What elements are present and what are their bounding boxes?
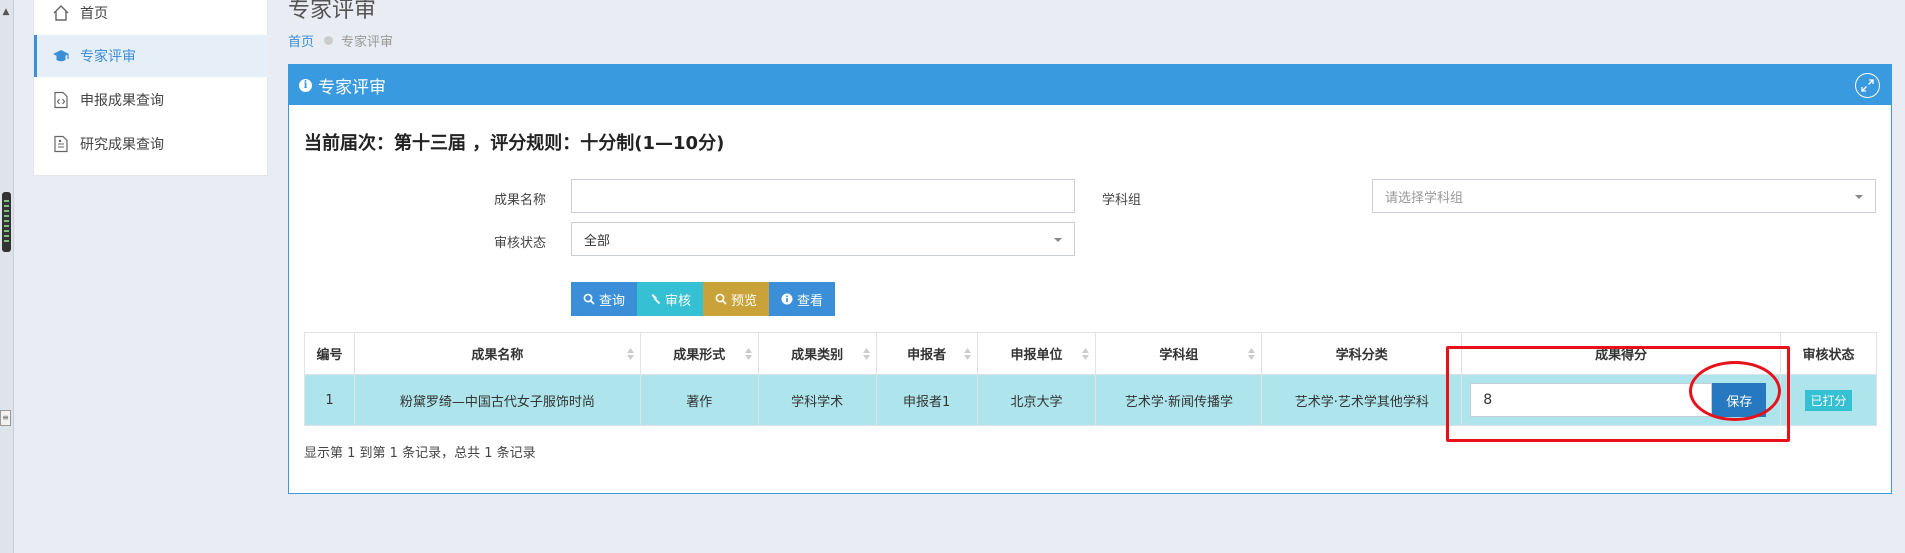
graduation-cap-icon <box>53 50 69 62</box>
sort-icon <box>1082 348 1090 360</box>
code-file-icon <box>54 91 68 109</box>
sidebar-item-home[interactable]: 首页 <box>34 0 269 34</box>
sidebar-item-label: 专家评审 <box>80 49 136 65</box>
gavel-icon <box>651 294 661 305</box>
status-label: 审核状态 <box>493 236 546 251</box>
document-icon <box>54 135 68 153</box>
cell-group: 艺术学·新闻传播学 <box>1095 374 1263 426</box>
expand-button[interactable] <box>1855 73 1880 98</box>
breadcrumb-current: 专家评审 <box>341 35 394 50</box>
sidebar: 首页 专家评审 申报成果查询 研究成果查询 <box>33 0 269 176</box>
cell-name: 粉黛罗绮—中国古代女子服饰时尚 <box>353 374 641 426</box>
sidebar-item-research-results[interactable]: 研究成果查询 <box>34 123 269 165</box>
home-icon <box>53 5 69 21</box>
name-label: 成果名称 <box>493 193 546 208</box>
query-button-label: 查询 <box>599 293 626 309</box>
annotation-highlight-circle <box>1689 361 1781 421</box>
column-header-classification: 学科分类 <box>1261 332 1463 375</box>
menu-lines-icon[interactable]: ≡ <box>0 410 11 426</box>
cell-id: 1 <box>304 374 355 426</box>
cell-classification: 艺术学·艺术学其他学科 <box>1261 374 1463 426</box>
table-summary: 显示第 1 到第 1 条记录，总共 1 条记录 <box>304 446 536 461</box>
view-button[interactable]: 查看 <box>769 282 836 316</box>
sort-icon <box>963 348 971 360</box>
column-header-name[interactable]: 成果名称 <box>353 332 641 375</box>
column-header-unit[interactable]: 申报单位 <box>976 332 1097 375</box>
group-select-placeholder: 请选择学科组 <box>1385 190 1464 206</box>
level-meter-icon <box>2 192 11 252</box>
cell-form: 著作 <box>639 374 759 426</box>
sort-icon <box>744 348 752 360</box>
panel-title: 专家评审 <box>318 77 386 98</box>
cell-applicant: 申报者1 <box>875 374 978 426</box>
sidebar-item-expert-review[interactable]: 专家评审 <box>34 35 269 77</box>
breadcrumb: 首页 专家评审 <box>288 31 393 50</box>
sort-icon <box>862 348 870 360</box>
chevron-down-icon <box>1054 238 1062 242</box>
view-button-label: 查看 <box>797 293 824 309</box>
page-title: 专家评审 <box>288 0 377 23</box>
column-header-form[interactable]: 成果形式 <box>639 332 759 375</box>
session-info: 当前届次：第十三届 ，评分规则：十分制(1—10分) <box>304 133 725 154</box>
sidebar-item-label: 申报成果查询 <box>80 93 164 109</box>
sidebar-item-label: 首页 <box>80 6 108 22</box>
column-header-category[interactable]: 成果类别 <box>757 332 877 375</box>
preview-button-label: 预览 <box>731 293 758 309</box>
breadcrumb-home-link[interactable]: 首页 <box>288 31 314 50</box>
cell-category: 学科学术 <box>757 374 877 426</box>
status-badge: 已打分 <box>1805 389 1852 411</box>
query-button[interactable]: 查询 <box>571 282 638 316</box>
cell-status: 已打分 <box>1780 374 1877 426</box>
sidebar-item-declared-results[interactable]: 申报成果查询 <box>34 79 269 121</box>
status-select-value: 全部 <box>584 233 611 249</box>
audit-button[interactable]: 审核 <box>637 282 704 316</box>
scroll-up-icon[interactable]: ▲ <box>1 6 11 18</box>
cell-unit: 北京大学 <box>976 374 1097 426</box>
action-buttons: 查询 审核 预览 查看 <box>571 282 836 316</box>
info-icon: i <box>299 78 312 92</box>
search-icon <box>715 293 727 305</box>
breadcrumb-separator-icon <box>324 36 334 45</box>
info-icon <box>781 293 793 305</box>
preview-button[interactable]: 预览 <box>703 282 770 316</box>
column-header-group[interactable]: 学科组 <box>1095 332 1263 375</box>
expand-icon <box>1861 79 1874 92</box>
column-header-applicant[interactable]: 申报者 <box>875 332 978 375</box>
group-label: 学科组 <box>1101 193 1141 208</box>
sort-icon <box>626 348 634 360</box>
column-header-status: 审核状态 <box>1780 332 1877 375</box>
chevron-down-icon <box>1855 195 1863 199</box>
panel-header: i 专家评审 <box>289 65 1891 105</box>
name-input[interactable] <box>571 179 1075 213</box>
sidebar-item-label: 研究成果查询 <box>80 137 164 153</box>
status-select[interactable]: 全部 <box>571 222 1075 256</box>
search-icon <box>583 293 595 305</box>
left-edge-strip: ▲ ≡ <box>0 0 14 553</box>
audit-button-label: 审核 <box>665 293 692 309</box>
column-header-id: 编号 <box>304 332 355 375</box>
group-select[interactable]: 请选择学科组 <box>1372 179 1876 213</box>
sort-icon <box>1248 348 1256 360</box>
